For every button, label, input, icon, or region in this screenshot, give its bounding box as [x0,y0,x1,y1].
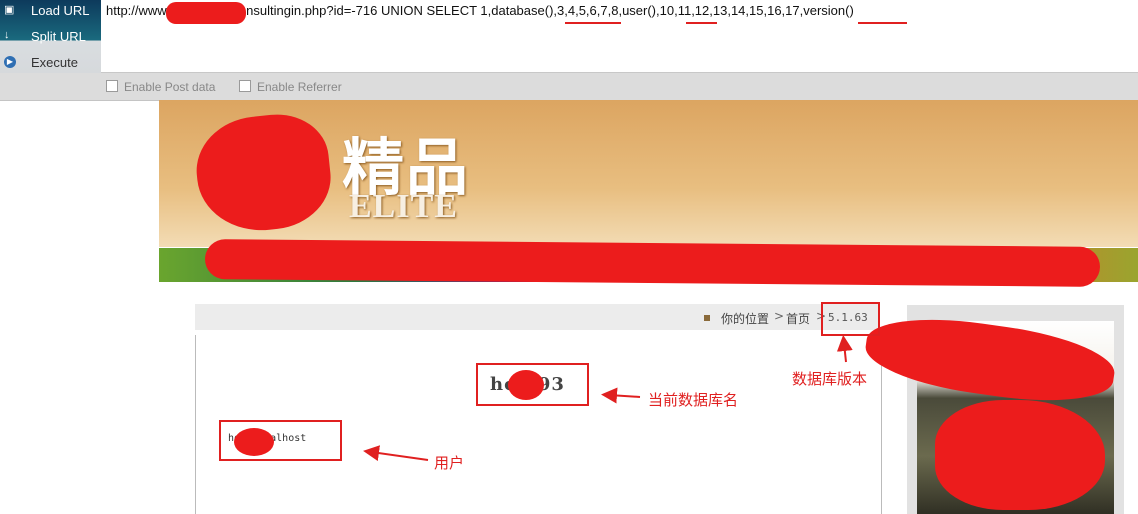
user-arrow [363,445,429,462]
annotation-arrows [363,335,853,462]
dbname-arrow [601,387,641,404]
version-arrow [836,335,853,363]
